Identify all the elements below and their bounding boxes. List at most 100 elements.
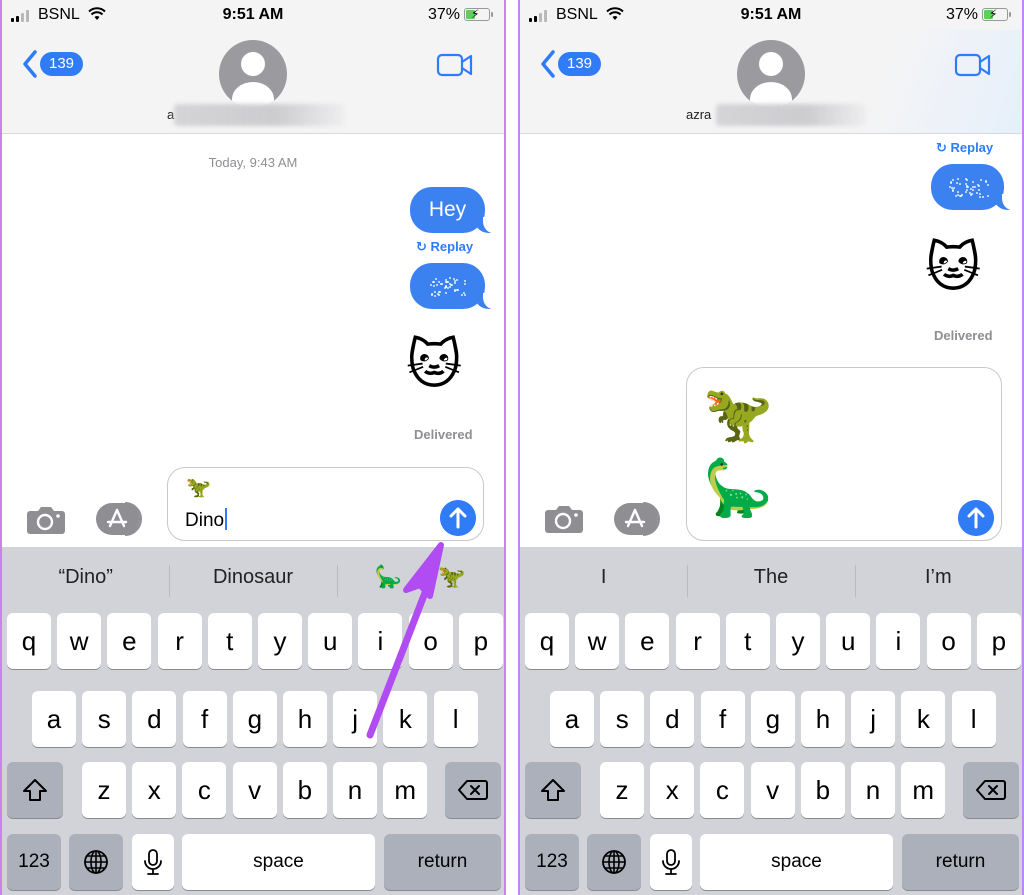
key-c[interactable]: c bbox=[700, 762, 745, 818]
key-q[interactable]: q bbox=[525, 613, 569, 669]
app-store-icon[interactable] bbox=[95, 502, 145, 536]
app-store-icon[interactable] bbox=[613, 502, 663, 536]
keyboard: “Dino” Dinosaur 🦕 🦖 qwertyuiopasdfghjklzx… bbox=[2, 547, 504, 895]
suggestion-quoted[interactable]: “Dino” bbox=[2, 547, 169, 607]
key-w[interactable]: w bbox=[575, 613, 620, 669]
delete-key[interactable] bbox=[963, 762, 1019, 818]
key-k[interactable]: k bbox=[383, 691, 428, 747]
contact-avatar[interactable] bbox=[737, 40, 805, 108]
back-button[interactable]: 139 bbox=[540, 50, 602, 78]
message-bubble-hey[interactable]: Hey bbox=[410, 187, 493, 233]
contact-name[interactable]: azra bbox=[686, 107, 711, 122]
key-d[interactable]: d bbox=[132, 691, 177, 747]
dictation-key[interactable] bbox=[650, 834, 692, 890]
key-m[interactable]: m bbox=[901, 762, 946, 818]
replay-effect-button[interactable]: ↻ Replay bbox=[936, 140, 993, 156]
facetime-video-icon[interactable] bbox=[954, 52, 992, 78]
suggestion-1[interactable]: I bbox=[520, 547, 687, 607]
replay-effect-button[interactable]: ↻ Replay bbox=[416, 239, 473, 255]
key-g[interactable]: g bbox=[750, 691, 795, 747]
suggestion-dinosaur-emojis[interactable]: 🦕 🦖 bbox=[336, 547, 504, 607]
message-input[interactable]: 🦖 Dino bbox=[167, 467, 484, 541]
key-j[interactable]: j bbox=[333, 691, 378, 747]
key-h[interactable]: h bbox=[283, 691, 327, 747]
key-j[interactable]: j bbox=[851, 691, 896, 747]
key-u[interactable]: u bbox=[826, 613, 871, 669]
shift-key[interactable] bbox=[7, 762, 63, 818]
key-m[interactable]: m bbox=[383, 762, 428, 818]
key-i[interactable]: i bbox=[876, 613, 921, 669]
key-y[interactable]: y bbox=[776, 613, 820, 669]
space-bar[interactable]: space bbox=[182, 834, 375, 890]
key-b[interactable]: b bbox=[282, 762, 327, 818]
facetime-video-icon[interactable] bbox=[436, 52, 474, 78]
send-arrow-icon[interactable] bbox=[440, 500, 476, 536]
key-b[interactable]: b bbox=[800, 762, 845, 818]
invisible-ink-bubble[interactable] bbox=[931, 164, 1012, 210]
suggestion-dinosaur[interactable]: Dinosaur bbox=[169, 547, 336, 607]
key-c[interactable]: c bbox=[182, 762, 227, 818]
return-key[interactable]: return bbox=[902, 834, 1019, 890]
key-q[interactable]: q bbox=[7, 613, 51, 669]
key-x[interactable]: x bbox=[650, 762, 695, 818]
key-l[interactable]: l bbox=[951, 691, 996, 747]
key-o[interactable]: o bbox=[408, 613, 453, 669]
emoji-message-cat[interactable]: 🐱 bbox=[925, 241, 981, 295]
key-e[interactable]: e bbox=[107, 613, 152, 669]
numbers-key[interactable]: 123 bbox=[525, 834, 579, 890]
key-z[interactable]: z bbox=[82, 762, 126, 818]
key-u[interactable]: u bbox=[308, 613, 353, 669]
key-n[interactable]: n bbox=[851, 762, 895, 818]
key-o[interactable]: o bbox=[926, 613, 971, 669]
key-z[interactable]: z bbox=[600, 762, 644, 818]
key-r[interactable]: r bbox=[675, 613, 720, 669]
message-input[interactable]: 🦖 🦕 bbox=[686, 367, 1002, 541]
globe-key[interactable] bbox=[587, 834, 641, 890]
camera-icon[interactable] bbox=[544, 504, 584, 534]
key-r[interactable]: r bbox=[157, 613, 202, 669]
key-p[interactable]: p bbox=[458, 613, 503, 669]
contact-avatar[interactable] bbox=[219, 40, 287, 108]
key-n[interactable]: n bbox=[333, 762, 377, 818]
send-arrow-icon[interactable] bbox=[958, 500, 994, 536]
key-d[interactable]: d bbox=[650, 691, 695, 747]
suggestion-2[interactable]: The bbox=[687, 547, 854, 607]
invisible-ink-bubble[interactable] bbox=[410, 263, 493, 309]
key-e[interactable]: e bbox=[625, 613, 670, 669]
delete-key[interactable] bbox=[445, 762, 501, 818]
key-w[interactable]: w bbox=[57, 613, 102, 669]
sauropod-emoji[interactable]: 🦕 bbox=[375, 564, 402, 590]
key-t[interactable]: t bbox=[725, 613, 770, 669]
suggestion-3[interactable]: I’m bbox=[854, 547, 1022, 607]
input-emoji-trex: 🦖 bbox=[186, 477, 211, 499]
emoji-message-cat[interactable]: 🐱 bbox=[406, 338, 462, 392]
key-f[interactable]: f bbox=[182, 691, 227, 747]
shift-icon bbox=[23, 779, 47, 801]
key-s[interactable]: s bbox=[600, 691, 645, 747]
invisible-ink-sparkles bbox=[410, 263, 485, 309]
shift-key[interactable] bbox=[525, 762, 581, 818]
key-f[interactable]: f bbox=[700, 691, 745, 747]
key-a[interactable]: a bbox=[550, 691, 594, 747]
key-s[interactable]: s bbox=[82, 691, 127, 747]
key-v[interactable]: v bbox=[750, 762, 795, 818]
back-button[interactable]: 139 bbox=[22, 50, 84, 78]
trex-emoji[interactable]: 🦖 bbox=[438, 564, 465, 590]
key-g[interactable]: g bbox=[232, 691, 277, 747]
key-x[interactable]: x bbox=[132, 762, 177, 818]
key-a[interactable]: a bbox=[32, 691, 76, 747]
key-k[interactable]: k bbox=[901, 691, 946, 747]
camera-icon[interactable] bbox=[26, 505, 66, 535]
dictation-key[interactable] bbox=[132, 834, 174, 890]
return-key[interactable]: return bbox=[384, 834, 501, 890]
key-h[interactable]: h bbox=[801, 691, 845, 747]
key-y[interactable]: y bbox=[258, 613, 302, 669]
numbers-key[interactable]: 123 bbox=[7, 834, 61, 890]
space-bar[interactable]: space bbox=[700, 834, 893, 890]
key-l[interactable]: l bbox=[433, 691, 478, 747]
key-t[interactable]: t bbox=[207, 613, 252, 669]
key-v[interactable]: v bbox=[232, 762, 277, 818]
key-i[interactable]: i bbox=[358, 613, 403, 669]
key-p[interactable]: p bbox=[976, 613, 1021, 669]
globe-key[interactable] bbox=[69, 834, 123, 890]
